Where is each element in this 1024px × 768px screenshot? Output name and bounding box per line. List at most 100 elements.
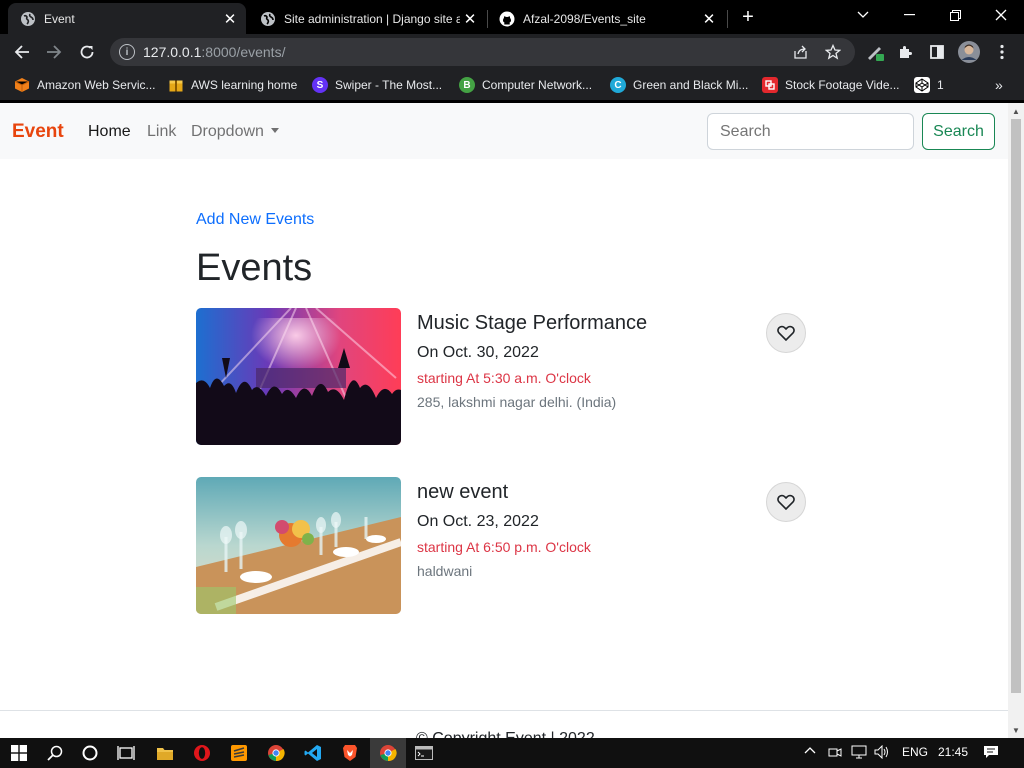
command-prompt-icon[interactable] <box>413 742 435 764</box>
nav-dropdown[interactable]: Dropdown <box>191 123 279 141</box>
like-button[interactable] <box>766 482 806 522</box>
bookmark-label: AWS learning home <box>191 78 298 92</box>
address-bar[interactable]: i 127.0.0.1:8000/events/ <box>110 38 855 66</box>
navbar-brand[interactable]: Event <box>12 121 64 143</box>
tab-event[interactable]: Event ✕ <box>8 3 246 34</box>
close-tab-icon[interactable]: ✕ <box>220 9 240 29</box>
page-scrollbar[interactable]: ▲ ▼ <box>1008 103 1024 738</box>
volume-icon[interactable] <box>874 744 890 762</box>
bookmarks-overflow-button[interactable]: » <box>995 76 1003 94</box>
url-text: 127.0.0.1:8000/events/ <box>143 44 285 60</box>
search-button[interactable]: Search <box>922 113 995 150</box>
task-view-icon[interactable] <box>115 742 137 764</box>
caret-down-icon <box>270 128 279 133</box>
tab-divider <box>727 10 728 28</box>
storyblocks-icon <box>762 77 778 93</box>
back-button[interactable] <box>10 40 34 64</box>
reload-button[interactable] <box>75 40 99 64</box>
windows-start-icon[interactable] <box>8 742 30 764</box>
nav-link-home[interactable]: Home <box>88 123 131 141</box>
show-hidden-icons-icon[interactable] <box>804 745 816 760</box>
meet-now-icon[interactable] <box>828 745 842 762</box>
restore-button[interactable] <box>932 0 978 30</box>
event-image-concert[interactable] <box>196 308 401 445</box>
aws-box-icon <box>14 77 30 93</box>
bookmark-label: Computer Network... <box>482 78 593 92</box>
event-location: 285, lakshmi nagar delhi. (India) <box>417 394 617 410</box>
bookmarks-bar: Amazon Web Servic... AWS learning home S… <box>0 70 1024 100</box>
language-indicator[interactable]: ENG <box>902 745 928 759</box>
bookmark-label: Swiper - The Most... <box>335 78 443 92</box>
scroll-down-arrow-icon[interactable]: ▼ <box>1011 725 1021 735</box>
bookmark-label: Stock Footage Vide... <box>785 78 900 92</box>
event-time: starting At 6:50 p.m. O'clock <box>417 539 591 555</box>
file-explorer-icon[interactable] <box>154 742 176 764</box>
vscode-icon[interactable] <box>302 742 324 764</box>
extensions-puzzle-icon[interactable] <box>895 41 917 63</box>
minimize-button[interactable] <box>886 0 932 30</box>
network-icon[interactable] <box>851 745 867 762</box>
close-tab-icon[interactable]: ✕ <box>460 9 480 29</box>
tab-title: Afzal-2098/Events_site <box>523 11 646 26</box>
bookmark-label: 1 <box>937 78 944 92</box>
close-window-button[interactable] <box>978 0 1024 30</box>
bookmark-swiper[interactable]: S Swiper - The Most... <box>312 76 442 94</box>
like-button[interactable] <box>766 313 806 353</box>
forward-button[interactable] <box>42 40 66 64</box>
site-info-icon[interactable]: i <box>119 44 135 60</box>
nav-link-link[interactable]: Link <box>147 123 176 141</box>
close-tab-icon[interactable]: ✕ <box>699 9 719 29</box>
globe-icon <box>20 11 36 27</box>
scrollbar-thumb[interactable] <box>1011 119 1021 693</box>
notifications-icon[interactable] <box>983 745 999 762</box>
new-tab-button[interactable]: + <box>737 6 759 28</box>
chrome-taskbar-icon[interactable] <box>265 742 287 764</box>
tab-site-administration[interactable]: Site administration | Django site a ✕ <box>248 3 486 34</box>
event-card: Music Stage Performance On Oct. 30, 2022… <box>196 308 808 445</box>
event-title[interactable]: Music Stage Performance <box>417 312 647 335</box>
b-icon: B <box>459 77 475 93</box>
bookmark-aws-learning-home[interactable]: AWS learning home <box>168 76 297 94</box>
canva-icon: C <box>610 77 626 93</box>
bookmark-label: Green and Black Mi... <box>633 78 749 92</box>
search-icon[interactable] <box>44 742 66 764</box>
scroll-up-arrow-icon[interactable]: ▲ <box>1011 106 1021 116</box>
bookmark-computer-network[interactable]: B Computer Network... <box>459 76 592 94</box>
footer-copyright: © Copyright Event | 2022 <box>416 730 595 738</box>
site-navbar: Event Home Link Dropdown Search <box>0 103 1008 159</box>
add-new-events-link[interactable]: Add New Events <box>196 211 314 229</box>
chrome-active-taskbar-icon[interactable] <box>370 738 406 768</box>
side-panel-icon[interactable] <box>926 41 948 63</box>
heart-icon <box>777 494 795 510</box>
event-location: haldwani <box>417 563 473 579</box>
event-date: On Oct. 30, 2022 <box>417 344 539 361</box>
tab-title: Event <box>44 11 75 26</box>
chrome-menu-icon[interactable] <box>991 41 1013 63</box>
bookmark-star-icon[interactable] <box>822 41 844 63</box>
share-icon[interactable] <box>790 41 812 63</box>
bookmark-codepen[interactable]: 1 <box>914 76 944 94</box>
cortana-icon[interactable] <box>79 742 101 764</box>
profile-avatar[interactable] <box>958 41 980 63</box>
web-page: Event Home Link Dropdown Search Add New … <box>0 103 1008 738</box>
github-icon <box>499 11 515 27</box>
bookmark-green-and-black[interactable]: C Green and Black Mi... <box>610 76 748 94</box>
bookmark-stock-footage[interactable]: Stock Footage Vide... <box>762 76 900 94</box>
tab-github[interactable]: Afzal-2098/Events_site ✕ <box>487 3 725 34</box>
tab-search-button[interactable] <box>840 0 886 30</box>
nav-dropdown-label: Dropdown <box>191 123 264 140</box>
bookmark-amazon-web-services[interactable]: Amazon Web Servic... <box>14 76 156 94</box>
event-card: new event On Oct. 23, 2022 starting At 6… <box>196 477 808 614</box>
event-title[interactable]: new event <box>417 481 508 504</box>
package-icon <box>168 77 184 93</box>
search-input[interactable] <box>707 113 914 150</box>
extension-pen-icon[interactable] <box>864 41 886 63</box>
clock[interactable]: 21:45 <box>938 745 968 759</box>
browser-toolbar: i 127.0.0.1:8000/events/ <box>0 34 1024 70</box>
brave-icon[interactable] <box>339 742 361 764</box>
event-image-dinner[interactable] <box>196 477 401 614</box>
url-path: :8000/events/ <box>201 44 286 60</box>
sublime-text-icon[interactable] <box>228 742 250 764</box>
heart-icon <box>777 325 795 341</box>
opera-icon[interactable] <box>191 742 213 764</box>
